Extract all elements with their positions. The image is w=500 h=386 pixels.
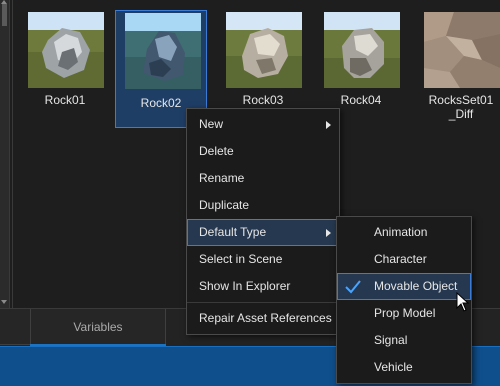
menu-item-select-in-scene[interactable]: Select in Scene — [187, 246, 339, 273]
menu-item-label: Default Type — [199, 225, 267, 239]
left-scrollbar[interactable] — [0, 0, 10, 308]
menu-item-show-in-explorer[interactable]: Show In Explorer — [187, 273, 339, 300]
menu-item-label: Repair Asset References — [199, 311, 332, 325]
scroll-down-icon[interactable] — [1, 300, 7, 304]
menu-item-duplicate[interactable]: Duplicate — [187, 192, 339, 219]
menu-item-default-type[interactable]: Default Type — [187, 219, 339, 246]
submenu-item-label: Vehicle — [374, 360, 413, 374]
default-type-submenu: Animation Character Movable Object Prop … — [336, 216, 472, 384]
asset-thumbnail — [324, 12, 400, 88]
menu-item-label: Delete — [199, 144, 234, 158]
asset-label: RocksSet01 _Diff — [428, 93, 494, 121]
submenu-arrow-icon — [326, 121, 331, 129]
menu-item-label: Show In Explorer — [199, 279, 291, 293]
asset-item-rock01[interactable]: Rock01 — [19, 10, 111, 128]
asset-thumbnail — [28, 12, 104, 88]
submenu-item-animation[interactable]: Animation — [337, 219, 471, 246]
asset-label: Rock03 — [242, 93, 284, 107]
asset-label: Rock04 — [340, 93, 382, 107]
asset-thumbnail — [125, 13, 201, 89]
menu-separator — [187, 302, 339, 303]
submenu-item-movable-object[interactable]: Movable Object — [337, 273, 471, 300]
menu-item-rename[interactable]: Rename — [187, 165, 339, 192]
menu-item-new[interactable]: New — [187, 111, 339, 138]
asset-label: Rock01 — [44, 93, 86, 107]
tab-left[interactable] — [0, 309, 31, 345]
submenu-item-signal[interactable]: Signal — [337, 327, 471, 354]
menu-item-label: New — [199, 117, 224, 131]
submenu-item-character[interactable]: Character — [337, 246, 471, 273]
menu-item-repair-asset-references[interactable]: Repair Asset References — [187, 305, 339, 332]
submenu-item-label: Movable Object — [374, 279, 458, 293]
checkmark-icon — [345, 280, 361, 294]
submenu-item-prop-model[interactable]: Prop Model — [337, 300, 471, 327]
menu-item-label: Select in Scene — [199, 252, 283, 266]
submenu-item-label: Character — [374, 252, 427, 266]
submenu-item-label: Animation — [374, 225, 428, 239]
mouse-cursor-icon — [456, 292, 470, 312]
menu-item-delete[interactable]: Delete — [187, 138, 339, 165]
scroll-thumb[interactable] — [2, 4, 7, 26]
context-menu: New Delete Rename Duplicate Default Type… — [186, 108, 340, 335]
asset-thumbnail — [226, 12, 302, 88]
submenu-item-label: Signal — [374, 333, 408, 347]
submenu-item-label: Prop Model — [374, 306, 436, 320]
menu-item-label: Duplicate — [199, 198, 250, 212]
menu-item-label: Rename — [199, 171, 245, 185]
submenu-item-vehicle[interactable]: Vehicle — [337, 354, 471, 381]
submenu-arrow-icon — [326, 229, 331, 237]
asset-thumbnail — [424, 12, 500, 88]
tab-variables[interactable]: Variables — [30, 309, 166, 345]
asset-item-rocksset01-diff[interactable]: RocksSet01 _Diff — [415, 10, 500, 128]
